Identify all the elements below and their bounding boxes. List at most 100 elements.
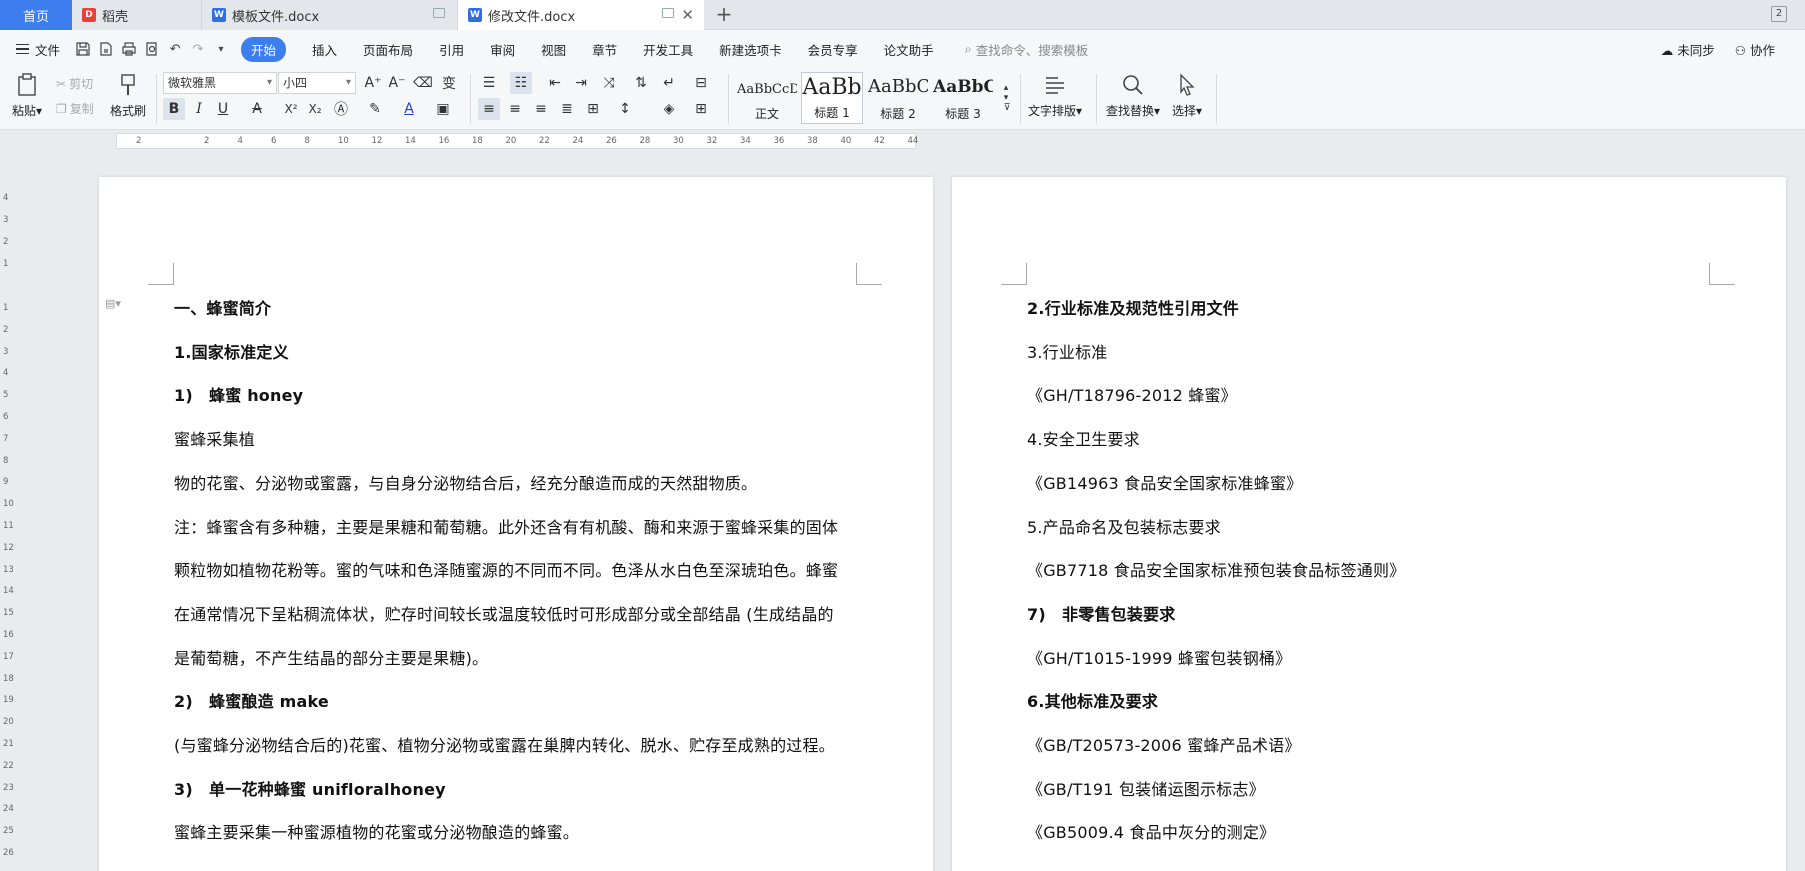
tab-stops-icon[interactable]: ⊟ — [690, 72, 712, 94]
doc-paragraph[interactable]: 3.行业标准 — [1027, 339, 1107, 363]
underline-icon[interactable]: U — [212, 98, 234, 120]
redo-icon[interactable]: ↷ — [189, 40, 207, 58]
doc-paragraph[interactable]: 《GB5009.4 食品中灰分的测定》 — [1027, 819, 1275, 843]
align-left-icon[interactable]: ≡ — [478, 98, 500, 120]
tab-template-doc[interactable]: W 模板文件.docx — [202, 0, 458, 30]
document-page-right[interactable]: 2.行业标准及规范性引用文件 3.行业标准《GH/T18796-2012 蜂蜜》 4… — [952, 177, 1786, 871]
menu-file[interactable]: 文件 — [35, 40, 60, 59]
doc-heading[interactable]: 7) 非零售包装要求 — [1027, 601, 1175, 625]
styles-scroll-icon[interactable]: ▴ ▾ ⊽ — [996, 72, 1018, 124]
doc-paragraph[interactable]: 《GB7718 食品安全国家标准预包装食品标签通则》 — [1027, 557, 1405, 581]
font-family-select[interactable]: 微软雅黑 — [163, 72, 277, 94]
quick-access-dropdown-icon[interactable]: ▾ — [212, 40, 230, 58]
hamburger-icon[interactable] — [16, 43, 29, 55]
select-button[interactable]: 选择▾ — [1172, 72, 1202, 119]
doc-paragraph[interactable]: 《GB14963 食品安全国家标准蜂蜜》 — [1027, 470, 1302, 494]
doc-paragraph[interactable]: (与蜜蜂分泌物结合后的)花蜜、植物分泌物或蜜露在巢脾内转化、脱水、贮存至成熟的过… — [174, 732, 835, 756]
style-heading-1[interactable]: AaBb 标题 1 — [801, 72, 863, 124]
doc-heading[interactable]: 1.国家标准定义 — [174, 339, 289, 363]
doc-paragraph[interactable]: 在通常情况下呈粘稠流体状，贮存时间较长或温度较低时可形成部分或全部结晶 (生成结… — [174, 601, 834, 625]
sync-status[interactable]: ☁ 未同步 — [1661, 40, 1715, 59]
doc-paragraph[interactable]: 5.产品命名及包装标志要求 — [1027, 514, 1221, 538]
paste-button[interactable]: 粘贴▾ — [12, 72, 42, 119]
style-heading-2[interactable]: AaBbC 标题 2 — [867, 72, 929, 124]
decrease-font-icon[interactable]: A⁻ — [386, 72, 408, 94]
increase-indent-icon[interactable]: ⇥ — [570, 72, 592, 94]
doc-heading[interactable]: 3) 单一花种蜂蜜 unifloralhoney — [174, 776, 446, 800]
save-icon[interactable] — [74, 40, 92, 58]
paragraph-menu-icon[interactable]: ▤▾ — [105, 297, 121, 310]
doc-heading[interactable]: 一、蜂蜜简介 — [174, 295, 271, 319]
doc-paragraph[interactable]: 《GH/T1015-1999 蜂蜜包装钢桶》 — [1027, 645, 1291, 669]
menu-chapter[interactable]: 章节 — [592, 40, 617, 59]
format-painter-button[interactable]: 格式刷 — [110, 72, 146, 119]
command-search[interactable]: ⌕ 查找命令、搜索模板 — [965, 40, 1089, 59]
document-page-left[interactable]: ▤▾ 一、蜂蜜简介 1.国家标准定义 1) 蜂蜜 honey 蜜蜂采集植物的花蜜、分泌… — [99, 177, 933, 871]
align-center-icon[interactable]: ≡ — [504, 98, 526, 120]
close-tab-icon[interactable]: ✕ — [681, 7, 694, 23]
collaborate-button[interactable]: ⚇ 协作 — [1735, 40, 1775, 59]
doc-heading[interactable]: 2) 蜂蜜酿造 make — [174, 688, 329, 712]
copy-button[interactable]: ❐ 复制 — [56, 100, 94, 117]
show-marks-icon[interactable]: ↵ — [658, 72, 680, 94]
increase-font-icon[interactable]: A⁺ — [362, 72, 384, 94]
text-layout-button[interactable]: 文字排版▾ — [1028, 72, 1082, 119]
highlight-icon[interactable]: ✎ — [364, 98, 386, 120]
line-spacing-icon[interactable]: ↕ — [614, 98, 636, 120]
export-pdf-icon[interactable] — [97, 40, 115, 58]
style-heading-3[interactable]: AaBbCc 标题 3 — [932, 72, 994, 124]
doc-heading[interactable]: 1) 蜂蜜 honey — [174, 382, 303, 406]
menu-references[interactable]: 引用 — [439, 40, 464, 59]
menu-thesis[interactable]: 论文助手 — [884, 40, 934, 59]
print-icon[interactable] — [120, 40, 138, 58]
cut-button[interactable]: ✂ 剪切 — [56, 75, 93, 92]
char-border-icon[interactable]: ▣ — [432, 98, 454, 120]
doc-heading[interactable]: 6.其他标准及要求 — [1027, 688, 1158, 712]
menu-start[interactable]: 开始 — [241, 36, 287, 62]
doc-paragraph[interactable]: 颗粒物如植物花粉等。蜜的气味和色泽随蜜源的不同而不同。色泽从水白色至深琥珀色。蜂… — [174, 557, 838, 581]
horizontal-ruler[interactable]: 2 2 4 6 8 10 12 14 16 18 20 22 24 26 28 30 32 34 36 38 40 42 4… — [0, 131, 1805, 153]
print-preview-icon[interactable] — [143, 40, 161, 58]
bold-icon[interactable]: B — [163, 98, 185, 120]
pin-window-icon[interactable] — [662, 8, 674, 18]
doc-heading[interactable]: 2.行业标准及规范性引用文件 — [1027, 295, 1239, 319]
doc-paragraph[interactable]: 《GB/T20573-2006 蜜蜂产品术语》 — [1027, 732, 1301, 756]
tab-home[interactable]: 首页 — [0, 0, 72, 30]
window-count-badge[interactable]: 2 — [1771, 6, 1787, 22]
doc-paragraph[interactable]: 《GH/T18796-2012 蜂蜜》 — [1027, 382, 1237, 406]
numbered-list-icon[interactable]: ☷ — [510, 72, 532, 94]
doc-paragraph[interactable]: 是葡萄糖，不产生结晶的部分主要是果糖)。 — [174, 645, 488, 669]
menu-insert[interactable]: 插入 — [312, 40, 337, 59]
tab-daoke[interactable]: D 稻壳 — [72, 0, 202, 30]
italic-icon[interactable]: I — [188, 98, 210, 120]
vertical-ruler[interactable]: 4 3 2 1 1 2 3 4 5 6 7 8 9 10 11 12 13 14 15 16 17 18 19 20 21 22 2… — [0, 177, 16, 871]
doc-paragraph[interactable]: 《GB/T191 包装储运图示标志》 — [1027, 776, 1265, 800]
phonetic-guide-icon[interactable]: 变 — [438, 72, 460, 94]
chinese-layout-icon[interactable]: ⤨ — [598, 72, 620, 94]
borders-icon[interactable]: ⊞ — [690, 98, 712, 120]
bullet-list-icon[interactable]: ☰ — [478, 72, 500, 94]
menu-member[interactable]: 会员专享 — [808, 40, 858, 59]
doc-paragraph[interactable]: 注：蜂蜜含有多种糖，主要是果糖和葡萄糖。此外还含有有机酸、酶和来源于蜜蜂采集的固… — [174, 514, 838, 538]
clear-format-icon[interactable]: ⌫ — [412, 72, 434, 94]
font-size-select[interactable]: 小四 — [278, 72, 356, 94]
menu-view[interactable]: 视图 — [541, 40, 566, 59]
justify-icon[interactable]: ≣ — [556, 98, 578, 120]
text-effect-icon[interactable]: Ⓐ — [330, 98, 352, 120]
sort-icon[interactable]: ⇅ — [630, 72, 652, 94]
subscript-icon[interactable]: X₂ — [304, 98, 326, 120]
doc-paragraph[interactable]: 蜜蜂主要采集一种蜜源植物的花蜜或分泌物酿造的蜂蜜。 — [174, 819, 579, 843]
style-normal[interactable]: AaBbCcDd 正文 — [736, 72, 798, 124]
doc-paragraph[interactable]: 蜜蜂采集植 — [174, 426, 255, 450]
doc-paragraph[interactable]: 物的花蜜、分泌物或蜜露，与自身分泌物结合后，经充分酿造而成的天然甜物质。 — [174, 470, 757, 494]
menu-review[interactable]: 审阅 — [490, 40, 515, 59]
distribute-icon[interactable]: ⊞ — [582, 98, 604, 120]
align-right-icon[interactable]: ≡ — [530, 98, 552, 120]
find-replace-button[interactable]: 查找替换▾ — [1106, 72, 1160, 119]
shading-icon[interactable]: ◈ — [658, 98, 680, 120]
doc-paragraph[interactable]: 4.安全卫生要求 — [1027, 426, 1140, 450]
undo-icon[interactable]: ↶ — [166, 40, 184, 58]
menu-new-tab[interactable]: 新建选项卡 — [719, 40, 782, 59]
decrease-indent-icon[interactable]: ⇤ — [544, 72, 566, 94]
font-color-icon[interactable]: A — [398, 98, 420, 120]
